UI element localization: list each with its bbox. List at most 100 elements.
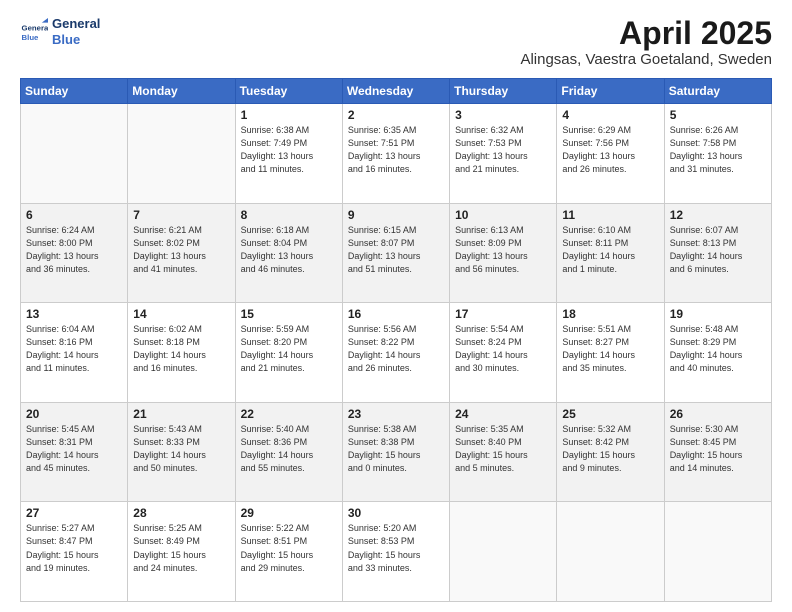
day-info: Sunrise: 5:40 AMSunset: 8:36 PMDaylight:… <box>241 423 337 475</box>
weekday-header-saturday: Saturday <box>664 79 771 104</box>
calendar-cell: 8 Sunrise: 6:18 AMSunset: 8:04 PMDaylight… <box>235 203 342 303</box>
day-number: 27 <box>26 506 122 520</box>
calendar-cell: 5 Sunrise: 6:26 AMSunset: 7:58 PMDaylight… <box>664 104 771 204</box>
day-info: Sunrise: 5:43 AMSunset: 8:33 PMDaylight:… <box>133 423 229 475</box>
calendar-cell: 3 Sunrise: 6:32 AMSunset: 7:53 PMDaylight… <box>450 104 557 204</box>
day-info: Sunrise: 6:13 AMSunset: 8:09 PMDaylight:… <box>455 224 551 276</box>
calendar-cell: 18 Sunrise: 5:51 AMSunset: 8:27 PMDayligh… <box>557 303 664 403</box>
logo-text: General Blue <box>52 16 100 47</box>
calendar-cell: 23Sunrise: 5:38 AMSunset: 8:38 PMDayligh… <box>342 402 449 502</box>
day-number: 26 <box>670 407 766 421</box>
calendar-cell <box>557 502 664 602</box>
weekday-header-row: SundayMondayTuesdayWednesdayThursdayFrid… <box>21 79 772 104</box>
day-info: Sunrise: 6:38 AMSunset: 7:49 PMDaylight:… <box>241 124 337 176</box>
day-info: Sunrise: 6:15 AMSunset: 8:07 PMDaylight:… <box>348 224 444 276</box>
day-number: 16 <box>348 307 444 321</box>
day-number: 4 <box>562 108 658 122</box>
calendar-week-row: 13Sunrise: 6:04 AMSunset: 8:16 PMDayligh… <box>21 303 772 403</box>
day-info: Sunrise: 6:02 AMSunset: 8:18 PMDaylight:… <box>133 323 229 375</box>
day-info: Sunrise: 5:27 AMSunset: 8:47 PMDaylight:… <box>26 522 122 574</box>
calendar-cell: 21 Sunrise: 5:43 AMSunset: 8:33 PMDayligh… <box>128 402 235 502</box>
calendar-cell: 11Sunrise: 6:10 AMSunset: 8:11 PMDayligh… <box>557 203 664 303</box>
month-title: April 2025 <box>520 16 772 51</box>
day-info: Sunrise: 5:20 AMSunset: 8:53 PMDaylight:… <box>348 522 444 574</box>
calendar-cell: 25Sunrise: 5:32 AMSunset: 8:42 PMDayligh… <box>557 402 664 502</box>
weekday-header-monday: Monday <box>128 79 235 104</box>
calendar-table: SundayMondayTuesdayWednesdayThursdayFrid… <box>20 78 772 602</box>
location-title: Alingsas, Vaestra Goetaland, Sweden <box>520 51 772 68</box>
day-number: 9 <box>348 208 444 222</box>
calendar-cell <box>450 502 557 602</box>
day-info: Sunrise: 6:21 AMSunset: 8:02 PMDaylight:… <box>133 224 229 276</box>
day-number: 2 <box>348 108 444 122</box>
day-info: Sunrise: 5:38 AMSunset: 8:38 PMDaylight:… <box>348 423 444 475</box>
calendar-cell: 13Sunrise: 6:04 AMSunset: 8:16 PMDayligh… <box>21 303 128 403</box>
calendar-cell: 4 Sunrise: 6:29 AMSunset: 7:56 PMDaylight… <box>557 104 664 204</box>
calendar-cell: 1 Sunrise: 6:38 AMSunset: 7:49 PMDaylight… <box>235 104 342 204</box>
day-info: Sunrise: 5:30 AMSunset: 8:45 PMDaylight:… <box>670 423 766 475</box>
calendar-cell: 7 Sunrise: 6:21 AMSunset: 8:02 PMDaylight… <box>128 203 235 303</box>
calendar-cell: 30 Sunrise: 5:20 AMSunset: 8:53 PMDayligh… <box>342 502 449 602</box>
day-number: 17 <box>455 307 551 321</box>
day-info: Sunrise: 6:18 AMSunset: 8:04 PMDaylight:… <box>241 224 337 276</box>
day-number: 8 <box>241 208 337 222</box>
day-number: 25 <box>562 407 658 421</box>
calendar-week-row: 20Sunrise: 5:45 AMSunset: 8:31 PMDayligh… <box>21 402 772 502</box>
day-number: 21 <box>133 407 229 421</box>
svg-text:Blue: Blue <box>22 32 40 41</box>
day-number: 24 <box>455 407 551 421</box>
day-number: 11 <box>562 208 658 222</box>
day-info: Sunrise: 5:25 AMSunset: 8:49 PMDaylight:… <box>133 522 229 574</box>
calendar-cell: 27 Sunrise: 5:27 AMSunset: 8:47 PMDayligh… <box>21 502 128 602</box>
day-number: 10 <box>455 208 551 222</box>
day-number: 14 <box>133 307 229 321</box>
day-number: 12 <box>670 208 766 222</box>
weekday-header-tuesday: Tuesday <box>235 79 342 104</box>
day-info: Sunrise: 5:22 AMSunset: 8:51 PMDaylight:… <box>241 522 337 574</box>
calendar-cell: 14 Sunrise: 6:02 AMSunset: 8:18 PMDayligh… <box>128 303 235 403</box>
page: GeneralBlue General Blue April 2025 Alin… <box>0 0 792 612</box>
day-info: Sunrise: 6:26 AMSunset: 7:58 PMDaylight:… <box>670 124 766 176</box>
day-info: Sunrise: 5:51 AMSunset: 8:27 PMDaylight:… <box>562 323 658 375</box>
calendar-cell: 15 Sunrise: 5:59 AMSunset: 8:20 PMDayligh… <box>235 303 342 403</box>
calendar-cell: 29 Sunrise: 5:22 AMSunset: 8:51 PMDayligh… <box>235 502 342 602</box>
day-number: 29 <box>241 506 337 520</box>
weekday-header-friday: Friday <box>557 79 664 104</box>
day-info: Sunrise: 5:59 AMSunset: 8:20 PMDaylight:… <box>241 323 337 375</box>
day-info: Sunrise: 5:35 AMSunset: 8:40 PMDaylight:… <box>455 423 551 475</box>
calendar-cell <box>128 104 235 204</box>
day-number: 1 <box>241 108 337 122</box>
calendar-week-row: 27 Sunrise: 5:27 AMSunset: 8:47 PMDayligh… <box>21 502 772 602</box>
calendar-cell: 22 Sunrise: 5:40 AMSunset: 8:36 PMDayligh… <box>235 402 342 502</box>
day-number: 22 <box>241 407 337 421</box>
day-number: 28 <box>133 506 229 520</box>
day-number: 3 <box>455 108 551 122</box>
calendar-cell: 20Sunrise: 5:45 AMSunset: 8:31 PMDayligh… <box>21 402 128 502</box>
calendar-cell: 19Sunrise: 5:48 AMSunset: 8:29 PMDayligh… <box>664 303 771 403</box>
day-number: 7 <box>133 208 229 222</box>
day-info: Sunrise: 6:29 AMSunset: 7:56 PMDaylight:… <box>562 124 658 176</box>
weekday-header-wednesday: Wednesday <box>342 79 449 104</box>
day-number: 6 <box>26 208 122 222</box>
title-block: April 2025 Alingsas, Vaestra Goetaland, … <box>520 16 772 68</box>
day-info: Sunrise: 5:54 AMSunset: 8:24 PMDaylight:… <box>455 323 551 375</box>
day-info: Sunrise: 6:32 AMSunset: 7:53 PMDaylight:… <box>455 124 551 176</box>
day-number: 13 <box>26 307 122 321</box>
calendar-cell: 2Sunrise: 6:35 AMSunset: 7:51 PMDaylight… <box>342 104 449 204</box>
calendar-cell: 10 Sunrise: 6:13 AMSunset: 8:09 PMDayligh… <box>450 203 557 303</box>
day-info: Sunrise: 6:07 AMSunset: 8:13 PMDaylight:… <box>670 224 766 276</box>
day-number: 30 <box>348 506 444 520</box>
calendar-cell <box>664 502 771 602</box>
calendar-cell: 17 Sunrise: 5:54 AMSunset: 8:24 PMDayligh… <box>450 303 557 403</box>
calendar-cell: 9 Sunrise: 6:15 AMSunset: 8:07 PMDaylight… <box>342 203 449 303</box>
day-number: 19 <box>670 307 766 321</box>
logo-icon: GeneralBlue <box>20 18 48 46</box>
weekday-header-thursday: Thursday <box>450 79 557 104</box>
weekday-header-sunday: Sunday <box>21 79 128 104</box>
day-number: 18 <box>562 307 658 321</box>
calendar-cell: 26 Sunrise: 5:30 AMSunset: 8:45 PMDayligh… <box>664 402 771 502</box>
day-number: 5 <box>670 108 766 122</box>
day-number: 15 <box>241 307 337 321</box>
calendar-cell <box>21 104 128 204</box>
calendar-cell: 6Sunrise: 6:24 AMSunset: 8:00 PMDaylight… <box>21 203 128 303</box>
